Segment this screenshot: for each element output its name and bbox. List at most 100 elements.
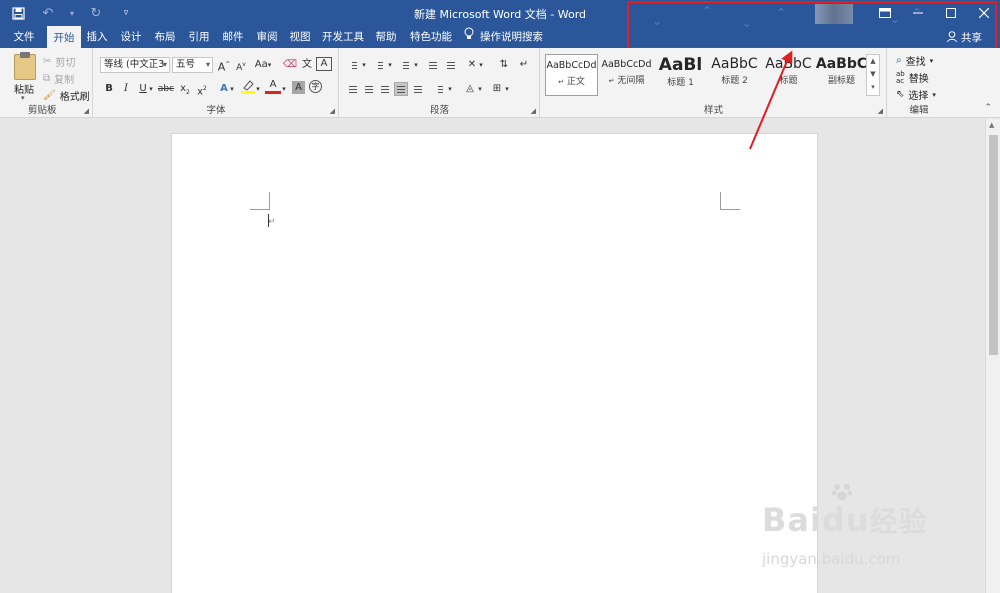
style-title[interactable]: AaBbC 标题 (762, 54, 815, 96)
scrollbar-thumb[interactable] (989, 135, 998, 355)
align-right-icon[interactable] (378, 82, 392, 96)
chevron-down-icon[interactable]: ▾ (360, 57, 368, 73)
character-shading-icon[interactable]: A (292, 81, 305, 94)
tab-developer[interactable]: 开发工具 (320, 26, 366, 48)
tab-insert[interactable]: 插入 (82, 26, 112, 48)
italic-button[interactable]: I (118, 81, 134, 97)
more-styles-icon[interactable]: ▾ (867, 81, 879, 94)
dialog-launcher-icon[interactable]: ◢ (330, 107, 335, 115)
dialog-launcher-icon[interactable]: ◢ (531, 107, 536, 115)
chevron-down-icon[interactable]: ▾ (228, 81, 236, 97)
ribbon: 粘贴 ▾ ✂ 剪切 ⧉ 复制 🖌 格式刷 剪贴板 ◢ 等线 (中文正3 ▾ 五号… (0, 48, 1000, 118)
increase-indent-icon[interactable] (444, 58, 458, 72)
paw-logo-icon (832, 484, 852, 501)
clipboard-group: 粘贴 ▾ ✂ 剪切 ⧉ 复制 🖌 格式刷 剪贴板 ◢ (0, 48, 93, 118)
replace-icon: ab ac (896, 69, 905, 85)
tab-special-features[interactable]: 特色功能 (406, 26, 456, 48)
tab-references[interactable]: 引用 (184, 26, 214, 48)
format-painter-label: 格式刷 (59, 92, 90, 103)
paragraph-mark: ↵ (268, 217, 276, 227)
tab-home[interactable]: 开始 (47, 26, 81, 48)
sort-icon[interactable]: ⇅ (496, 57, 512, 73)
cut-button[interactable]: ✂ 剪切 (43, 54, 75, 69)
vertical-scrollbar[interactable]: ▲ (985, 119, 1000, 593)
enclose-characters-icon[interactable]: 字 (309, 80, 322, 93)
format-painter-button[interactable]: 🖌 格式刷 (43, 88, 90, 103)
style-normal[interactable]: AaBbCcDd ↵ 正文 (545, 54, 598, 96)
decrease-indent-icon[interactable] (426, 58, 440, 72)
style-heading-2[interactable]: AaBbC 标题 2 (708, 54, 761, 96)
font-size-value: 五号 (176, 59, 196, 70)
font-group: 等线 (中文正3 ▾ 五号 ▾ A^ Av Aa▾ ⌫ 文 A B I U ▾ … (94, 48, 339, 118)
find-button[interactable]: ⌕ 查找 ▾ (896, 53, 933, 68)
search-icon: ⌕ (896, 55, 902, 66)
line-spacing-icon[interactable] (432, 82, 446, 96)
styles-group-label: 样式 (703, 105, 723, 116)
strikethrough-button[interactable]: abc (157, 81, 175, 97)
collapse-ribbon-icon[interactable]: ⌃ (984, 103, 992, 113)
shrink-font-button[interactable]: Av (233, 57, 249, 73)
chevron-down-icon[interactable]: ▾ (21, 94, 25, 102)
tab-review[interactable]: 审阅 (252, 26, 282, 48)
chevron-down-icon[interactable]: ▾ (476, 81, 484, 97)
styles-gallery-scroll[interactable]: ▲ ▼ ▾ (866, 54, 880, 96)
bullets-icon[interactable] (346, 58, 360, 72)
chevron-down-icon[interactable]: ▾ (147, 81, 155, 97)
font-color-icon[interactable]: A (265, 79, 281, 95)
chevron-up-icon[interactable]: ▲ (989, 121, 994, 129)
text-cursor (268, 214, 269, 227)
select-button[interactable]: ⇖ 选择 ▾ (896, 87, 936, 102)
numbering-icon[interactable] (372, 58, 386, 72)
justify-icon[interactable] (394, 82, 408, 96)
dialog-launcher-icon[interactable]: ◢ (84, 107, 89, 115)
align-left-icon[interactable] (346, 82, 360, 96)
tab-layout[interactable]: 布局 (150, 26, 180, 48)
character-border-icon[interactable]: A (316, 57, 332, 71)
copy-button[interactable]: ⧉ 复制 (43, 71, 74, 86)
chevron-down-icon[interactable]: ▼ (867, 68, 879, 81)
dialog-launcher-icon[interactable]: ◢ (878, 107, 883, 115)
scissors-icon: ✂ (43, 56, 52, 67)
chevron-down-icon[interactable]: ▾ (386, 57, 394, 73)
multilevel-list-icon[interactable] (398, 58, 412, 72)
tell-me-search[interactable]: 操作说明搜索 (464, 26, 543, 48)
chevron-up-icon[interactable]: ▲ (867, 55, 879, 68)
chevron-down-icon[interactable]: ▾ (280, 81, 288, 97)
grow-font-button[interactable]: A^ (216, 57, 232, 74)
font-size-combo[interactable]: 五号 ▾ (172, 57, 213, 73)
clear-formatting-icon[interactable]: ⌫ (282, 57, 298, 73)
styles-gallery: AaBbCcDd ↵ 正文 AaBbCcDd ↵ 无间隔 AaBl 标题 1 A… (545, 54, 868, 96)
tell-me-label: 操作说明搜索 (480, 31, 543, 43)
style-subtitle[interactable]: AaBbC 副标题 (815, 54, 868, 96)
document-page[interactable]: ↵ (171, 133, 818, 593)
replace-button[interactable]: ab ac 替换 (896, 70, 929, 85)
tab-help[interactable]: 帮助 (371, 26, 401, 48)
superscript-button[interactable]: x2 (194, 81, 210, 97)
subscript-button[interactable]: x2 (177, 81, 193, 97)
font-name-combo[interactable]: 等线 (中文正3 ▾ (100, 57, 170, 73)
chevron-down-icon[interactable]: ▾ (412, 57, 420, 73)
bold-button[interactable]: B (101, 81, 117, 97)
style-no-spacing[interactable]: AaBbCcDd ↵ 无间隔 (600, 54, 653, 96)
chevron-down-icon[interactable]: ▾ (477, 57, 485, 73)
cut-label: 剪切 (55, 58, 76, 69)
tab-mailings[interactable]: 邮件 (218, 26, 248, 48)
show-formatting-marks-icon[interactable]: ↵ (516, 57, 532, 73)
change-case-button[interactable]: Aa▾ (252, 57, 274, 73)
chevron-down-icon[interactable]: ▾ (503, 81, 511, 97)
editing-group-label: 编辑 (909, 105, 929, 116)
style-heading-1[interactable]: AaBl 标题 1 (654, 54, 707, 96)
chevron-down-icon[interactable]: ▾ (446, 81, 454, 97)
distributed-icon[interactable] (411, 82, 425, 96)
phonetic-guide-icon[interactable]: 文 (299, 57, 315, 73)
tab-design[interactable]: 设计 (116, 26, 146, 48)
cursor-icon: ⇖ (896, 89, 905, 100)
tab-file[interactable]: 文件 (6, 26, 42, 48)
chevron-down-icon[interactable]: ▾ (254, 81, 262, 97)
find-label: 查找 (905, 57, 926, 68)
paragraph-group-label: 段落 (429, 105, 449, 116)
chevron-down-icon: ▾ (932, 90, 936, 99)
tab-view[interactable]: 视图 (285, 26, 315, 48)
align-center-icon[interactable] (362, 82, 376, 96)
paste-icon[interactable] (14, 52, 36, 80)
